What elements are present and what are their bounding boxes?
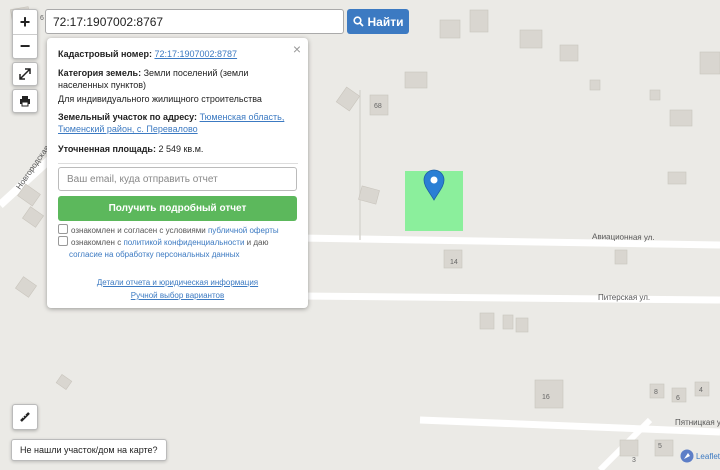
area-row: Уточненная площадь: 2 549 кв.м. [58, 143, 298, 155]
privacy-policy-link[interactable]: политикой конфиденциальности [123, 238, 244, 247]
house-number: 16 [542, 394, 550, 401]
house-number: 6 [676, 395, 680, 402]
street-label-aviatsionnaya: Авиационная ул. [592, 232, 655, 242]
measure-button[interactable] [12, 404, 38, 430]
address-label: Земельный участок по адресу: [58, 112, 198, 122]
search-icon [352, 16, 364, 27]
print-button[interactable] [12, 89, 38, 113]
offer-agreement-checkbox[interactable] [58, 224, 68, 234]
manual-selection-link[interactable]: Ручной выбор вариантов [47, 291, 308, 300]
personal-data-consent-link[interactable]: согласие на обработку персональных данны… [58, 250, 239, 259]
house-number: 4 [699, 387, 703, 394]
expand-icon [19, 68, 31, 80]
area-value: 2 549 кв.м. [158, 144, 204, 154]
land-usage-text: Для индивидуального жилищного строительс… [58, 94, 262, 104]
privacy-agreement-text: ознакомлен с [71, 238, 122, 247]
ruler-icon [20, 412, 30, 422]
leaflet-logo-icon [680, 449, 694, 463]
printer-icon [20, 96, 30, 107]
cadastral-number-row: Кадастровый номер: 72:17:1907002:8787 [58, 48, 298, 60]
privacy-agreement-checkbox[interactable] [58, 236, 68, 246]
search-button-label: Найти [367, 14, 404, 29]
land-category-label: Категория земель: [58, 68, 142, 78]
cadastral-number-label: Кадастровый номер: [58, 49, 152, 59]
cadastral-search-input[interactable] [45, 9, 344, 34]
email-field[interactable] [58, 167, 297, 191]
street-label-piterskaya: Питерская ул. [598, 293, 650, 302]
house-number: 68 [374, 103, 382, 110]
house-number: 8 [654, 389, 658, 396]
house-number: 3 [632, 457, 636, 464]
privacy-agreement-mid: и даю [246, 238, 269, 247]
parcel-info-popup: × Кадастровый номер: 72:17:1907002:8787 … [47, 38, 308, 308]
zoom-control: + − [12, 9, 38, 59]
not-found-button[interactable]: Не нашли участок/дом на карте? [11, 439, 167, 461]
offer-agreement-text: ознакомлен и согласен с условиями [71, 226, 206, 235]
fullscreen-button[interactable] [12, 62, 38, 86]
privacy-agreement-row: ознакомлен с политикой конфиденциальност… [58, 236, 300, 261]
divider [58, 163, 298, 164]
attribution-link[interactable]: Leaflet [696, 452, 720, 461]
land-category-row: Категория земель: Земли поселений (земли… [58, 67, 298, 91]
search-button[interactable]: Найти [347, 9, 409, 34]
zoom-out-button[interactable]: − [13, 33, 37, 59]
house-number: 5 [658, 443, 662, 450]
get-report-button[interactable]: Получить подробный отчет [58, 196, 297, 221]
house-number: 14 [450, 259, 458, 266]
zoom-in-button[interactable]: + [13, 10, 37, 34]
address-row: Земельный участок по адресу: Тюменская о… [58, 111, 298, 135]
house-number: 6 [40, 15, 44, 22]
street-label-pyatnitskaya: Пятницкая ул. [675, 418, 720, 427]
area-label: Уточненная площадь: [58, 144, 156, 154]
cadastral-number-link[interactable]: 72:17:1907002:8787 [154, 49, 237, 59]
report-details-link[interactable]: Детали отчета и юридическая информация [47, 278, 308, 287]
public-offer-link[interactable]: публичной оферты [208, 226, 279, 235]
attribution: Leaflet [680, 449, 720, 463]
